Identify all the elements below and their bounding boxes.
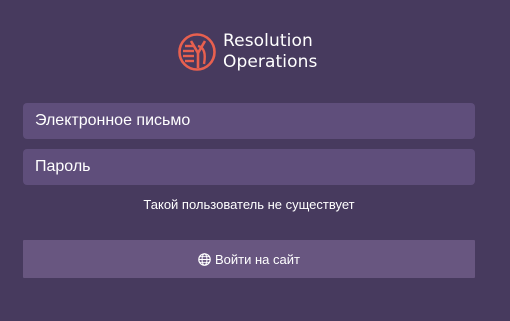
login-button-label: Войти на сайт [215,251,300,267]
globe-icon [198,252,211,266]
brand-logo: Resolution Operations [177,31,317,73]
login-button[interactable]: Войти на сайт [23,240,475,278]
brand-name-line2: Operations [223,52,318,72]
brand-name-line1: Resolution [223,31,313,51]
brand-name: Resolution Operations [223,31,317,73]
password-field[interactable] [23,149,475,185]
email-field[interactable] [23,103,475,139]
resolution-logo-icon [178,33,216,71]
error-message: Такой пользователь не существует [143,197,355,212]
